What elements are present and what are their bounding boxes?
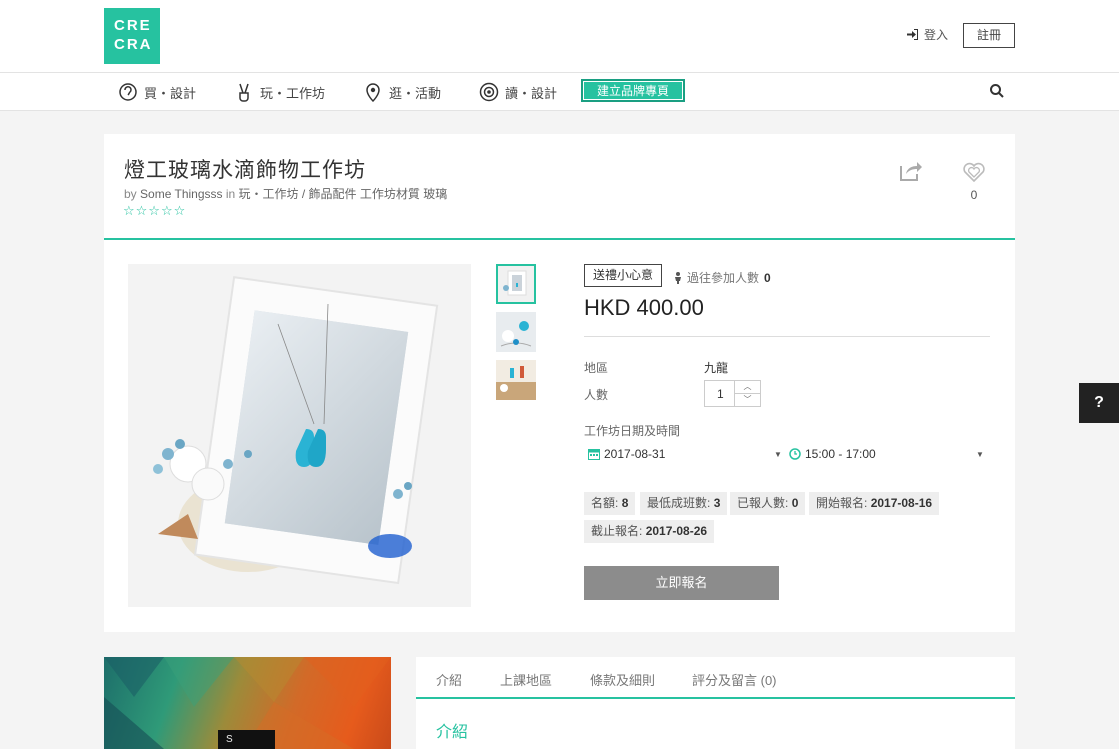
by-prefix: by — [124, 187, 137, 201]
start-value: 2017-08-16 — [870, 496, 933, 510]
nav-label: 逛・活動 — [389, 85, 442, 101]
datetime-label: 工作坊日期及時間 — [584, 424, 681, 438]
min-value: 3 — [713, 496, 721, 510]
nav-label: 讀・設計 — [505, 85, 558, 101]
register-button[interactable]: 註冊 — [963, 23, 1015, 48]
byline: by Some Thingsss in 玩・工作坊 / 飾品配件 工作坊材質 玻… — [124, 185, 447, 202]
chevron-down-icon[interactable]: ▼ — [774, 450, 782, 459]
location-pin-icon — [366, 83, 380, 102]
people-label: 人數 — [584, 388, 609, 402]
tag-material-link[interactable]: 工作坊材質 — [360, 187, 420, 201]
increment-button[interactable]: ︿ — [735, 381, 760, 394]
quota-value: 8 — [621, 496, 629, 510]
site-logo[interactable]: CRE CRA — [104, 8, 160, 64]
quota-pill: 名額: 8 — [584, 492, 636, 515]
nav-label: 玩・工作坊 — [260, 85, 326, 101]
quantity-stepper[interactable]: 1 ︿ ﹀ — [704, 380, 761, 407]
tab-terms[interactable]: 條款及細則 — [590, 670, 655, 689]
tabs-divider — [416, 697, 1015, 699]
enrolled-label: 已報人數: — [737, 496, 789, 510]
enroll-now-button[interactable]: 立即報名 — [584, 566, 779, 600]
fingerprint-heart-icon[interactable] — [962, 162, 986, 182]
login-label: 登入 — [924, 28, 949, 42]
past-count: 0 — [764, 270, 771, 285]
details-tabs: 介紹 上課地區 條款及細則 評分及留言 (0) 介紹 — [416, 657, 1015, 749]
calendar-icon — [588, 449, 600, 460]
page-title: 燈工玻璃水滴飾物工作坊 — [124, 159, 366, 182]
help-button[interactable]: ? — [1079, 383, 1119, 423]
rating-stars[interactable]: ☆☆☆☆☆ — [123, 203, 186, 219]
peace-hand-icon — [239, 83, 249, 102]
title-divider — [104, 238, 1015, 240]
top-header: CRE CRA 登入 註冊 — [0, 0, 1119, 73]
share-icon[interactable] — [899, 160, 923, 182]
end-date-pill: 截止報名: 2017-08-26 — [584, 520, 715, 543]
tag-glass-link[interactable]: 玻璃 — [423, 187, 447, 201]
main-product-image[interactable] — [128, 264, 471, 607]
logo-line-2: CRA — [114, 36, 153, 53]
start-label: 開始報名: — [816, 496, 868, 510]
thumbnail-illustration — [496, 360, 536, 400]
tab-reviews[interactable]: 評分及留言 (0) — [692, 670, 777, 689]
intro-heading: 介紹 — [436, 724, 469, 741]
eye-icon — [479, 82, 499, 102]
thumbnail-illustration — [496, 312, 536, 352]
in-prefix: in — [225, 187, 236, 201]
date-value: 2017-08-31 — [604, 447, 666, 461]
gift-tag: 送禮小心意 — [584, 264, 663, 287]
time-value: 15:00 - 17:00 — [805, 447, 876, 461]
brand-banner[interactable]: S — [104, 657, 391, 749]
category-link[interactable]: 玩・工作坊 / 飾品配件 — [239, 187, 357, 201]
time-select[interactable]: 15:00 - 17:00 — [789, 445, 876, 463]
end-value: 2017-08-26 — [645, 524, 708, 538]
nav-item-play-workshop[interactable]: 玩・工作坊 — [234, 81, 325, 103]
chevron-down-icon[interactable]: ▼ — [976, 450, 984, 459]
nav-label: 買・設計 — [144, 85, 197, 101]
thumbnail-3[interactable] — [496, 360, 536, 400]
thumbnail-illustration — [498, 266, 534, 302]
min-label: 最低成班數: — [647, 496, 711, 510]
author-link[interactable]: Some Thingsss — [140, 187, 222, 201]
decrement-button[interactable]: ﹀ — [735, 394, 760, 406]
start-date-pill: 開始報名: 2017-08-16 — [809, 492, 940, 515]
person-icon — [675, 271, 681, 284]
enrolled-pill: 已報人數: 0 — [730, 492, 806, 515]
sign-in-icon — [907, 29, 918, 40]
logo-line-1: CRE — [114, 17, 152, 34]
region-label: 地區 — [584, 361, 609, 375]
past-label: 過往參加人數 — [687, 271, 760, 285]
past-participants: 過往參加人數 0 — [674, 269, 771, 286]
tab-intro[interactable]: 介紹 — [436, 670, 462, 689]
enrolled-value: 0 — [791, 496, 799, 510]
end-label: 截止報名: — [591, 524, 643, 538]
thumbnail-2[interactable] — [496, 312, 536, 352]
clock-icon — [789, 448, 801, 460]
nav-item-browse-events[interactable]: 逛・活動 — [363, 81, 441, 103]
like-count: 0 — [970, 188, 978, 202]
price-divider — [584, 336, 990, 337]
thumbnail-1[interactable] — [496, 264, 536, 304]
main-nav: 買・設計 玩・工作坊 逛・活動 讀・設計 建立品牌專頁 — [0, 73, 1119, 111]
brand-logo-box: S — [218, 730, 275, 749]
nav-item-buy-design[interactable]: 買・設計 — [118, 81, 196, 103]
create-brand-page-button[interactable]: 建立品牌專頁 — [581, 79, 685, 102]
region-value: 九龍 — [704, 361, 729, 375]
quantity-value[interactable]: 1 — [705, 381, 734, 406]
nav-item-read-design[interactable]: 讀・設計 — [479, 81, 557, 103]
product-card: 燈工玻璃水滴飾物工作坊 by Some Thingsss in 玩・工作坊 / … — [104, 134, 1015, 632]
min-class-pill: 最低成班數: 3 — [640, 492, 728, 515]
tab-location[interactable]: 上課地區 — [500, 670, 552, 689]
product-photo-illustration — [128, 264, 471, 607]
date-select[interactable]: 2017-08-31 — [588, 445, 665, 463]
quota-label: 名額: — [591, 496, 619, 510]
ear-icon — [119, 83, 137, 101]
login-link[interactable]: 登入 — [907, 26, 948, 43]
price: HKD 400.00 — [584, 295, 704, 320]
search-icon[interactable] — [989, 83, 1005, 99]
